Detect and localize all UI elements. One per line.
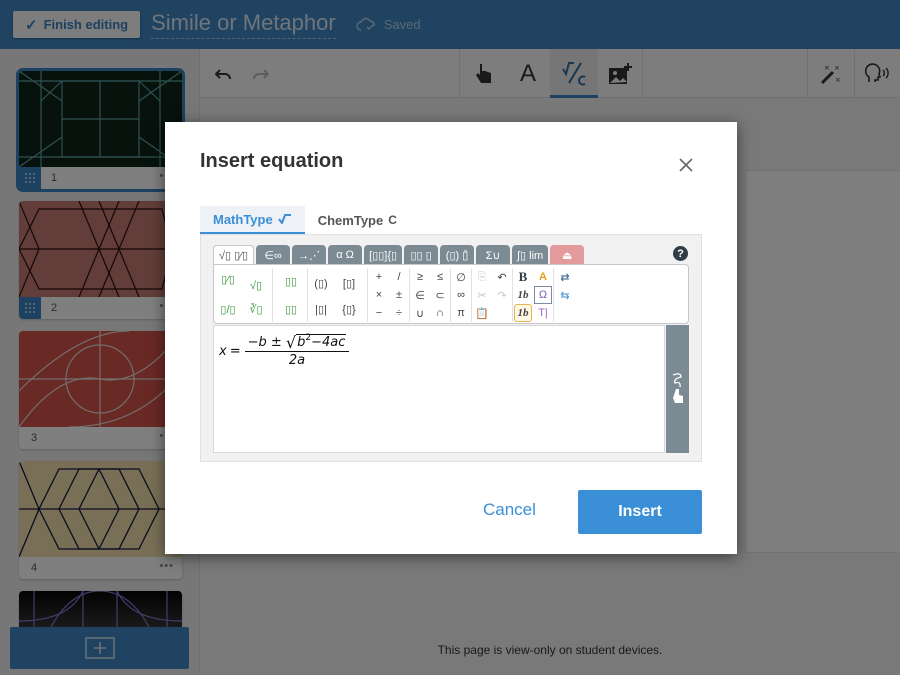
cancel-button[interactable]: Cancel bbox=[483, 500, 536, 520]
fraction-button[interactable]: ▯⁄▯ bbox=[219, 270, 237, 288]
toolbar-tab-decorations[interactable]: (▯) ▯̂ bbox=[440, 245, 475, 265]
help-icon[interactable]: ? bbox=[673, 246, 688, 261]
plus-minus-button[interactable]: ± bbox=[390, 286, 408, 304]
italic-button[interactable]: 1b bbox=[514, 286, 532, 304]
bevelled-fraction-button[interactable]: ▯/▯ bbox=[219, 300, 237, 318]
tab-chemtype[interactable]: ChemType C bbox=[305, 206, 410, 234]
math-style-button[interactable]: 1b bbox=[514, 304, 532, 322]
handwriting-icon bbox=[672, 373, 683, 403]
tab-mathtype-label: MathType bbox=[213, 211, 273, 227]
tab-chemtype-label: ChemType bbox=[317, 212, 384, 228]
geq-button[interactable]: ≥ bbox=[411, 268, 429, 286]
subscript-button[interactable]: ▯▯ bbox=[282, 300, 300, 318]
close-icon bbox=[679, 158, 693, 172]
plus-button[interactable]: + bbox=[370, 268, 388, 286]
empty-set-button[interactable]: ∅ bbox=[452, 268, 470, 286]
times-button[interactable]: × bbox=[370, 286, 388, 304]
braces-button[interactable]: {▯} bbox=[340, 300, 358, 318]
element-of-button[interactable]: ∈ bbox=[411, 286, 429, 304]
equation-input[interactable]: x = −b ± √ b2−4ac 2a bbox=[213, 325, 665, 453]
union-button[interactable]: ∪ bbox=[411, 304, 429, 322]
toolbar-tab-symbols[interactable]: ∈∞ bbox=[256, 245, 291, 265]
math-toolbar-tabs: √▯ ▯⁄▯ ∈∞ →⋰ α Ω [▯▯]{▯ ▯▯ ▯ (▯) ▯̂ Σ∪ ∫… bbox=[213, 245, 585, 265]
toolbar-tab-contextual[interactable]: ⏏ bbox=[550, 245, 585, 265]
subset-button[interactable]: ⊂ bbox=[431, 286, 449, 304]
toolbar-tab-calculus[interactable]: ∫▯ lim bbox=[512, 245, 549, 265]
close-button[interactable] bbox=[675, 154, 697, 176]
divide-button[interactable]: ÷ bbox=[390, 304, 408, 322]
chemtype-logo-icon: C bbox=[388, 213, 397, 227]
pi-button[interactable]: π bbox=[452, 304, 470, 322]
slash-button[interactable]: / bbox=[390, 268, 408, 286]
symbol-palette: ▯⁄▯ √▯ ▯/▯ ∛▯ ▯▯ ▯▯ (▯) [▯] |▯| {▯} + / … bbox=[213, 264, 689, 324]
toolbar-tab-scripts[interactable]: ▯▯ ▯ bbox=[404, 245, 439, 265]
bold-button[interactable]: B bbox=[514, 268, 532, 286]
rtl-button[interactable]: ⇄ bbox=[556, 268, 574, 286]
insert-equation-dialog: Insert equation MathType ChemType C √▯ ▯… bbox=[165, 122, 737, 554]
copy-button[interactable]: ⎘ bbox=[473, 268, 491, 286]
insert-button[interactable]: Insert bbox=[578, 490, 702, 534]
tab-mathtype[interactable]: MathType bbox=[200, 206, 305, 234]
toolbar-tab-arrows[interactable]: →⋰ bbox=[292, 245, 327, 265]
ltr-button[interactable]: ⇆ bbox=[556, 286, 574, 304]
mathtype-logo-icon bbox=[277, 214, 291, 224]
leq-button[interactable]: ≤ bbox=[431, 268, 449, 286]
redo-math-button[interactable]: ↷ bbox=[493, 286, 511, 304]
cut-button[interactable]: ✂ bbox=[473, 286, 491, 304]
superscript-button[interactable]: ▯▯ bbox=[282, 272, 300, 290]
paste-button[interactable]: 📋 bbox=[473, 304, 491, 322]
minus-button[interactable]: − bbox=[370, 304, 388, 322]
handwriting-toggle[interactable] bbox=[666, 325, 689, 453]
equation-formula: x = −b ± √ b2−4ac 2a bbox=[219, 333, 350, 368]
toolbar-tab-greek[interactable]: α Ω bbox=[328, 245, 363, 265]
absolute-value-button[interactable]: |▯| bbox=[312, 300, 330, 318]
parentheses-button[interactable]: (▯) bbox=[312, 274, 330, 292]
text-color-button[interactable]: A bbox=[534, 268, 552, 286]
intersection-button[interactable]: ∩ bbox=[431, 304, 449, 322]
toolbar-tab-matrices[interactable]: [▯▯]{▯ bbox=[364, 245, 403, 265]
editor-type-tabs: MathType ChemType C bbox=[200, 206, 410, 234]
toolbar-tab-general[interactable]: √▯ ▯⁄▯ bbox=[213, 245, 255, 265]
toolbar-tab-big-operators[interactable]: Σ∪ bbox=[476, 245, 511, 265]
dialog-title: Insert equation bbox=[200, 150, 344, 172]
infinity-button[interactable]: ∞ bbox=[452, 286, 470, 304]
brackets-button[interactable]: [▯] bbox=[340, 274, 358, 292]
special-chars-button[interactable]: Ω bbox=[534, 286, 552, 304]
text-mode-button[interactable]: T| bbox=[534, 304, 552, 322]
undo-math-button[interactable]: ↶ bbox=[493, 268, 511, 286]
nth-root-button[interactable]: ∛▯ bbox=[247, 300, 265, 318]
math-editor: √▯ ▯⁄▯ ∈∞ →⋰ α Ω [▯▯]{▯ ▯▯ ▯ (▯) ▯̂ Σ∪ ∫… bbox=[200, 234, 702, 462]
square-root-button[interactable]: √▯ bbox=[247, 276, 265, 294]
